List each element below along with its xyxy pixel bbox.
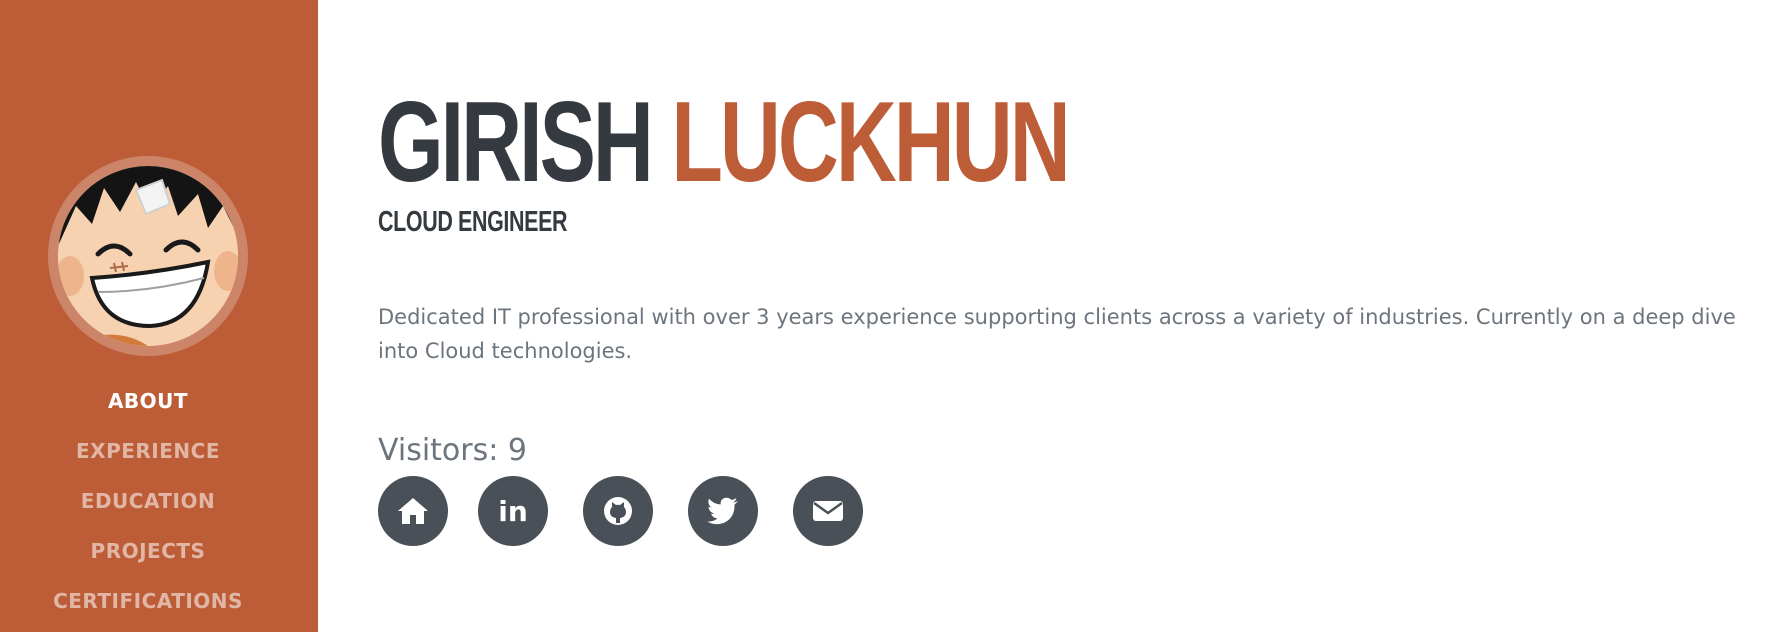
nav-item-projects[interactable]: PROJECTS <box>0 532 296 582</box>
avatar <box>48 156 248 356</box>
nav-item-education[interactable]: EDUCATION <box>0 482 296 532</box>
github-icon <box>604 497 632 525</box>
linkedin-button[interactable]: in <box>478 476 548 546</box>
nav-item-about[interactable]: ABOUT <box>0 382 296 432</box>
last-name: LUCKHUN <box>671 79 1070 206</box>
github-button[interactable] <box>583 476 653 546</box>
home-button[interactable] <box>378 476 448 546</box>
nav-item-certifications[interactable]: CERTIFICATIONS <box>0 582 296 632</box>
page-title: GIRISH LUCKHUN <box>378 86 1071 200</box>
visitor-counter: Visitors: 9 <box>378 433 527 468</box>
home-icon <box>398 498 428 524</box>
job-title: CLOUD ENGINEER <box>378 206 568 238</box>
envelope-icon <box>813 501 843 521</box>
twitter-button[interactable] <box>688 476 758 546</box>
email-button[interactable] <box>793 476 863 546</box>
nav-item-experience[interactable]: EXPERIENCE <box>0 432 296 482</box>
profile-picture <box>58 166 238 346</box>
bio-text: Dedicated IT professional with over 3 ye… <box>378 305 1736 363</box>
twitter-icon <box>707 497 738 525</box>
sidebar: ABOUT EXPERIENCE EDUCATION PROJECTS CERT… <box>0 0 318 632</box>
sidebar-nav: ABOUT EXPERIENCE EDUCATION PROJECTS CERT… <box>0 382 296 632</box>
linkedin-icon: in <box>498 494 528 528</box>
first-name: GIRISH <box>378 79 654 206</box>
